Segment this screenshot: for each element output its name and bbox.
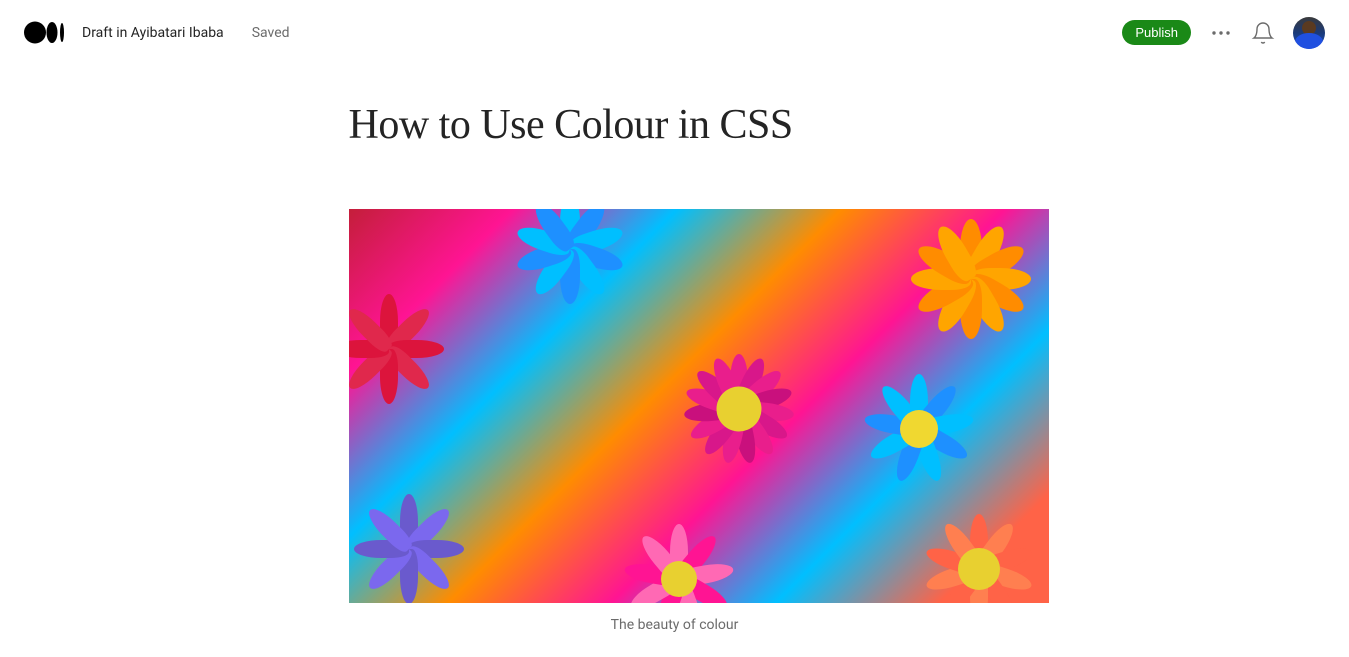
article-title[interactable]: How to Use Colour in CSS [349, 101, 1001, 149]
save-status: Saved [252, 25, 290, 41]
publish-button[interactable]: Publish [1122, 20, 1191, 45]
article-image[interactable] [349, 209, 1049, 603]
header-right: Publish [1122, 17, 1325, 49]
notifications-icon[interactable] [1251, 21, 1275, 45]
editor-header: Draft in Ayibatari Ibaba Saved Publish [0, 0, 1349, 65]
editor-area[interactable]: How to Use Colour in CSS [325, 65, 1025, 633]
user-avatar[interactable] [1293, 17, 1325, 49]
more-icon[interactable] [1209, 21, 1233, 45]
draft-location[interactable]: Draft in Ayibatari Ibaba [82, 25, 224, 41]
image-caption[interactable]: The beauty of colour [349, 617, 1001, 633]
header-left: Draft in Ayibatari Ibaba Saved [24, 20, 290, 45]
medium-logo[interactable] [24, 20, 68, 45]
